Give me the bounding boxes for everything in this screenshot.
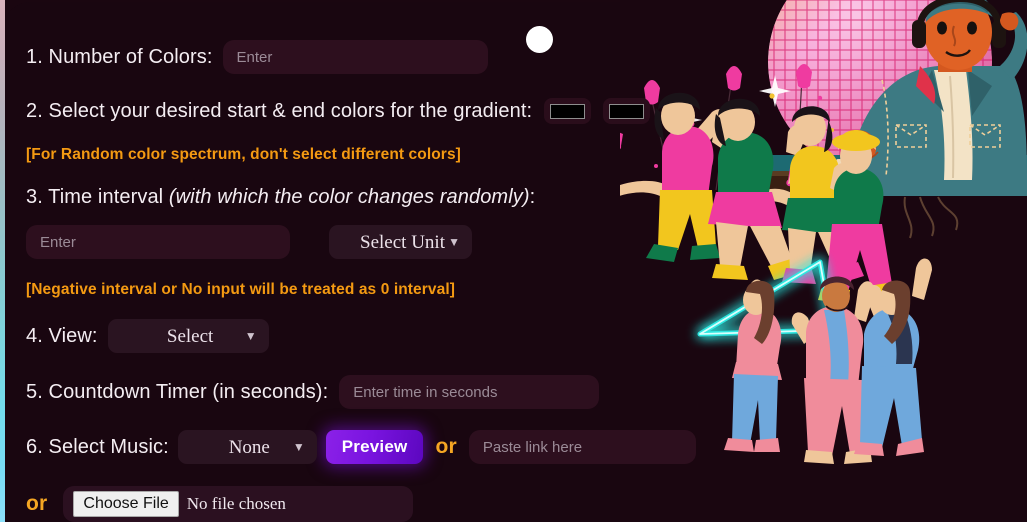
row-countdown-timer: 5. Countdown Timer (in seconds): [26, 375, 660, 409]
view-select[interactable]: Select [107, 319, 269, 353]
choose-file-button[interactable]: Choose File [73, 490, 179, 518]
label-time-interval-end: : [529, 186, 536, 208]
view-select-wrapper: Select ▼ [107, 319, 269, 353]
row-time-interval-label: 3. Time interval (with which the color c… [26, 186, 660, 209]
time-interval-input[interactable] [26, 225, 290, 259]
label-number-of-colors: 1. Number of Colors: [26, 45, 213, 68]
row-select-music: 6. Select Music: None ▼ Preview or [26, 430, 696, 464]
music-or-label: or [435, 435, 457, 458]
preview-music-button[interactable]: Preview [325, 430, 424, 464]
row-negative-interval-note: [Negative interval or No input will be t… [26, 281, 660, 299]
label-countdown-timer: 5. Countdown Timer (in seconds): [26, 380, 329, 403]
row-file-upload: or Choose File No file chosen [26, 486, 660, 522]
end-color-picker[interactable] [603, 98, 651, 124]
label-time-interval: 3. Time interval (with which the color c… [26, 186, 535, 209]
negative-interval-note: [Negative interval or No input will be t… [26, 281, 456, 298]
file-status-label: No file chosen [186, 494, 286, 513]
row-random-spectrum-note: [For Random color spectrum, don't select… [26, 146, 660, 164]
row-time-interval-controls: Select Unit ▼ [26, 225, 660, 259]
start-color-picker[interactable] [544, 98, 592, 124]
music-select-wrapper: None ▼ [177, 430, 317, 464]
label-time-interval-main: 3. Time interval [26, 186, 169, 208]
music-select[interactable]: None [177, 430, 317, 464]
left-gradient-strip[interactable] [0, 0, 5, 522]
white-circle-indicator[interactable] [526, 26, 553, 53]
row-view: 4. View: Select ▼ [26, 319, 660, 353]
row-number-of-colors: 1. Number of Colors: [26, 40, 660, 74]
random-spectrum-note: [For Random color spectrum, don't select… [26, 146, 461, 163]
row-gradient-colors: 2. Select your desired start & end color… [26, 98, 660, 124]
file-input-wrapper[interactable]: Choose File No file chosen [63, 486, 414, 522]
app-root: 1. Number of Colors: 2. Select your desi… [0, 0, 1027, 522]
label-select-music: 6. Select Music: [26, 435, 169, 458]
file-or-label: or [26, 492, 48, 515]
start-color-swatch [550, 103, 586, 119]
label-gradient-colors: 2. Select your desired start & end color… [26, 99, 533, 122]
label-view: 4. View: [26, 324, 98, 347]
time-unit-select[interactable]: Select Unit [329, 225, 472, 259]
music-link-input[interactable] [468, 430, 696, 464]
number-of-colors-input[interactable] [222, 40, 488, 74]
end-color-swatch [609, 103, 645, 119]
time-unit-select-wrapper: Select Unit ▼ [329, 225, 472, 259]
label-time-interval-italic: (with which the color changes randomly) [168, 186, 530, 208]
settings-form: 1. Number of Colors: 2. Select your desi… [0, 0, 696, 522]
countdown-timer-input[interactable] [339, 375, 600, 409]
